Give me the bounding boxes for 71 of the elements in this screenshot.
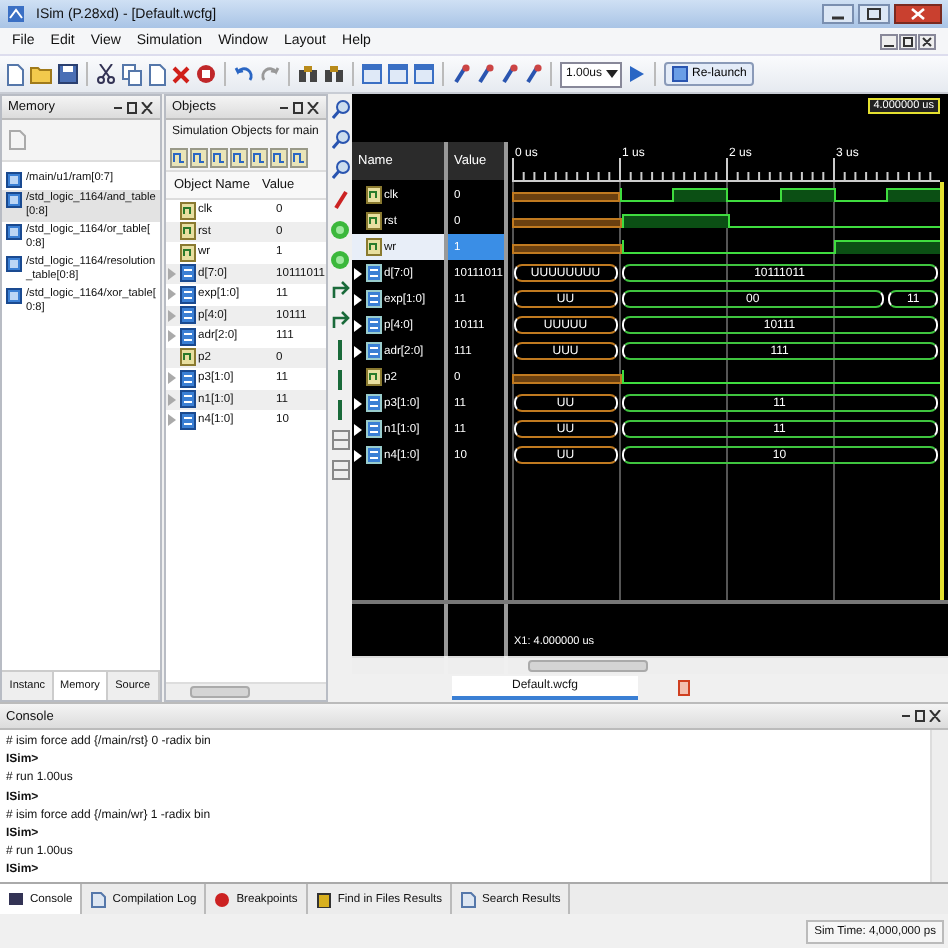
signal-filter-icon[interactable] — [210, 147, 228, 167]
magnifier-icon[interactable] — [331, 130, 349, 150]
bit-signal-icon — [366, 186, 382, 204]
bus-signal-icon — [366, 420, 382, 438]
relaunch-icon — [672, 66, 689, 82]
magnifier-icon[interactable] — [331, 100, 349, 120]
scrollbar[interactable] — [166, 682, 326, 700]
expand-icon[interactable] — [354, 319, 362, 331]
window-icon[interactable] — [414, 64, 434, 84]
bit-signal-icon — [366, 238, 382, 256]
signal-filter-icon[interactable] — [290, 147, 308, 167]
expand-icon[interactable] — [354, 293, 362, 305]
save-icon[interactable] — [58, 64, 78, 84]
expand-icon[interactable] — [354, 397, 362, 409]
probe-icon[interactable] — [500, 64, 518, 84]
arrow-icon[interactable] — [331, 310, 349, 330]
marker-bar-icon[interactable] — [334, 340, 346, 360]
probe-icon[interactable] — [524, 64, 542, 84]
delete-icon[interactable] — [172, 65, 190, 83]
stop-sign-icon — [214, 891, 231, 907]
bit-signal-icon — [366, 368, 382, 386]
marker-bar-icon[interactable] — [334, 400, 346, 420]
bus-signal-icon — [366, 394, 382, 412]
binoculars-icon[interactable] — [298, 64, 318, 84]
bit-signal-icon — [180, 348, 196, 367]
expand-icon[interactable] — [354, 449, 362, 461]
scrollbar[interactable] — [930, 730, 948, 882]
maximize-icon[interactable] — [858, 4, 890, 24]
page-icon — [460, 891, 477, 907]
scissors-icon[interactable] — [96, 64, 116, 84]
expand-icon[interactable] — [354, 267, 362, 279]
marker-icon[interactable] — [331, 190, 349, 210]
signal-filter-icon[interactable] — [270, 147, 288, 167]
stop-icon[interactable] — [196, 64, 216, 84]
undo-icon[interactable] — [234, 64, 254, 84]
panel-controls-icon[interactable] — [280, 101, 320, 113]
redo-icon[interactable] — [260, 64, 280, 84]
window-controls-icon[interactable] — [880, 33, 936, 49]
close-tab-icon[interactable] — [678, 680, 691, 696]
magnifier-icon[interactable] — [331, 160, 349, 180]
binoculars-icon[interactable] — [324, 64, 344, 84]
signal-filter-icon[interactable] — [250, 147, 268, 167]
arrow-icon[interactable] — [331, 280, 349, 300]
dropdown-arrow-icon — [606, 66, 619, 82]
panel-controls-icon[interactable] — [114, 101, 154, 113]
copy-icon[interactable] — [122, 63, 142, 85]
window-icon[interactable] — [362, 64, 382, 84]
signal-filter-icon[interactable] — [190, 147, 208, 167]
bus-signal-icon — [366, 446, 382, 464]
close-icon[interactable] — [894, 4, 942, 24]
bus-signal-icon — [366, 342, 382, 360]
app-icon — [6, 4, 26, 24]
minimize-icon[interactable] — [822, 4, 854, 24]
signal-filter-icon[interactable] — [230, 147, 248, 167]
run-icon[interactable] — [628, 64, 647, 84]
page-icon — [90, 891, 107, 907]
page-icon[interactable] — [6, 63, 24, 85]
panel-controls-icon[interactable] — [902, 710, 942, 722]
expand-icon[interactable] — [354, 345, 362, 357]
folder-icon[interactable] — [30, 64, 52, 84]
page-icon[interactable] — [148, 63, 166, 85]
window-icon[interactable] — [388, 64, 408, 84]
probe-icon[interactable] — [476, 64, 494, 84]
bus-signal-icon — [366, 316, 382, 334]
bus-signal-icon — [366, 290, 382, 308]
bus-signal-icon — [366, 264, 382, 282]
signal-filter-icon[interactable] — [170, 147, 188, 167]
marker-bar-icon[interactable] — [334, 370, 346, 390]
bit-signal-icon — [366, 212, 382, 230]
expand-icon[interactable] — [354, 423, 362, 435]
probe-icon[interactable] — [452, 64, 470, 84]
